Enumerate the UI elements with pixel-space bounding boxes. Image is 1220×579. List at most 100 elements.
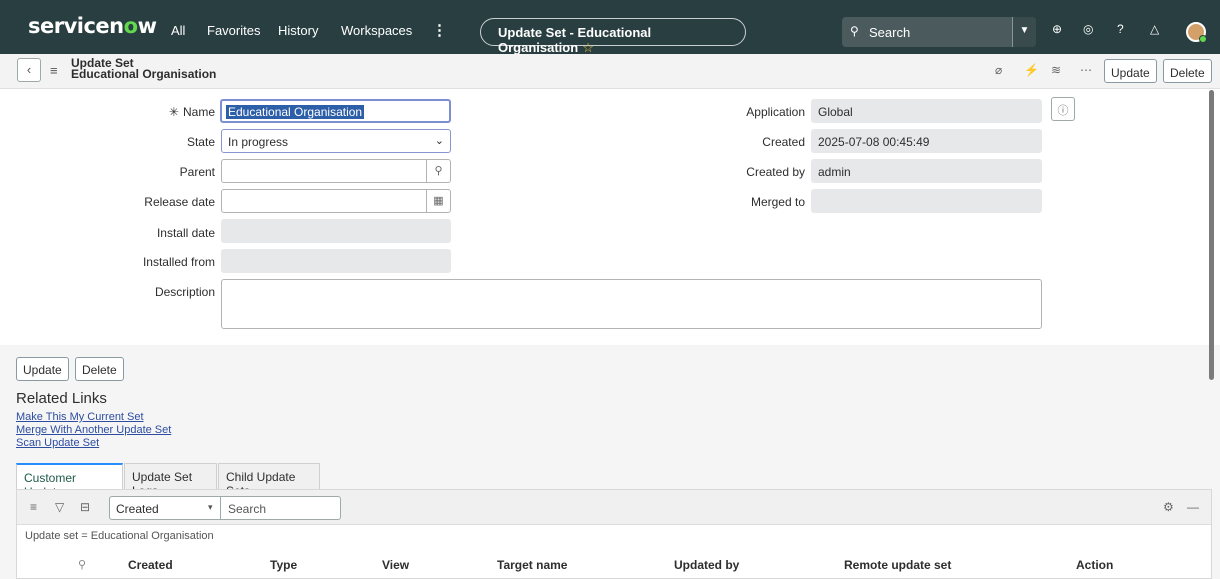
created-by-value: admin (818, 165, 851, 179)
header-update-button[interactable]: Update (1104, 59, 1157, 83)
logo-text: servicen (28, 14, 124, 38)
installed-from-label: Installed from (142, 255, 215, 269)
logo-accent: o (123, 14, 138, 38)
globe-icon[interactable]: ⊕ (1052, 22, 1062, 36)
application-value: Global (818, 105, 853, 119)
help-icon[interactable]: ? (1117, 22, 1124, 36)
nav-workspaces[interactable]: Workspaces (341, 23, 412, 38)
lookup-search-icon[interactable]: ⚲ (426, 160, 450, 182)
nav-favorites[interactable]: Favorites (207, 23, 260, 38)
customer-updates-list: ≡ ▽ ⊟ Created ▾ Search ⚙ — Update set = … (16, 489, 1212, 579)
installed-from-field (221, 249, 451, 273)
application-field: Global (811, 99, 1042, 123)
update-set-form: ✳ Name Educational Organisation State In … (0, 89, 1220, 345)
logo-text-end: w (137, 14, 157, 38)
attachment-icon[interactable]: ⌀ (995, 63, 1002, 77)
chat-icon[interactable]: ◎ (1083, 22, 1093, 36)
state-select[interactable]: In progress ⌄ (221, 129, 451, 153)
form-title-record: Educational Organisation (71, 67, 217, 81)
chevron-left-icon: ‹ (26, 62, 32, 77)
filter-icon[interactable]: ▽ (55, 500, 64, 514)
created-value: 2025-07-08 00:45:49 (818, 135, 930, 149)
group-icon[interactable]: ⊟ (80, 500, 90, 514)
list-menu-icon[interactable]: ≡ (30, 500, 37, 514)
make-current-set-link[interactable]: Make This My Current Set (16, 411, 144, 423)
column-updated-by[interactable]: Updated by (674, 558, 739, 572)
merge-update-set-link[interactable]: Merge With Another Update Set (16, 424, 171, 436)
more-menu-icon[interactable]: ⋮ (432, 21, 447, 39)
update-button[interactable]: Update (16, 357, 69, 381)
state-label: State (186, 135, 215, 149)
global-search[interactable]: ⚲ Search ▼ (842, 17, 1036, 47)
column-type[interactable]: Type (270, 558, 297, 572)
description-label: Description (154, 285, 215, 299)
delete-button[interactable]: Delete (75, 357, 124, 381)
scan-update-set-link[interactable]: Scan Update Set (16, 437, 99, 449)
column-created[interactable]: Created (128, 558, 173, 572)
release-date-field[interactable]: ▦ (221, 189, 451, 213)
form-header: ‹ ≡ Update Set Educational Organisation … (0, 54, 1220, 89)
nav-history[interactable]: History (278, 23, 318, 38)
required-asterisk-icon: ✳ (168, 105, 179, 119)
related-links-title: Related Links (16, 390, 107, 407)
context-title: Update Set - Educational Organisation (498, 25, 652, 55)
name-field[interactable]: Educational Organisation (220, 99, 451, 123)
tab-customer-updates[interactable]: Customer Updates (16, 463, 123, 499)
servicenow-logo[interactable]: servicenow (28, 14, 157, 38)
context-menu-icon[interactable]: ≡ (50, 63, 58, 78)
caret-down-icon[interactable]: ▾ (208, 502, 213, 513)
favorite-star-icon[interactable]: ☆ (582, 40, 594, 55)
list-search-input[interactable]: Search (228, 502, 266, 516)
search-scope-dropdown[interactable]: ▼ (1012, 17, 1036, 47)
top-navigation: servicenow All Favorites History Workspa… (0, 0, 1220, 55)
application-label: Application (746, 105, 805, 119)
column-action[interactable]: Action (1076, 558, 1113, 572)
column-remote-update-set[interactable]: Remote update set (844, 558, 951, 572)
search-icon: ⚲ (850, 24, 859, 38)
name-label: ✳ Name (168, 105, 215, 119)
bell-icon[interactable]: △ (1150, 22, 1159, 36)
state-value: In progress (228, 135, 289, 149)
install-date-field (221, 219, 451, 243)
tab-update-set-logs[interactable]: Update Set Logs (124, 463, 217, 498)
settings-gear-icon[interactable]: ⚙ (1163, 500, 1174, 514)
search-placeholder: Search (869, 25, 911, 40)
install-date-label: Install date (156, 226, 215, 240)
column-search-icon[interactable]: ⚲ (78, 558, 86, 571)
name-value: Educational Organisation (226, 105, 365, 119)
divider (220, 497, 221, 519)
more-options-icon[interactable]: ⋯ (1080, 63, 1092, 77)
personalize-icon[interactable]: ≋ (1051, 63, 1061, 77)
online-status-dot (1199, 35, 1207, 43)
page-scrollbar[interactable] (1209, 90, 1214, 380)
list-breadcrumb[interactable]: Update set = Educational Organisation (25, 530, 214, 542)
info-icon[interactable]: ⓘ (1051, 97, 1075, 121)
merged-to-label: Merged to (750, 195, 805, 209)
column-view[interactable]: View (382, 558, 409, 572)
back-button[interactable]: ‹ (17, 58, 41, 82)
description-field[interactable] (221, 279, 1042, 329)
user-avatar[interactable] (1186, 22, 1207, 43)
created-by-field: admin (811, 159, 1042, 183)
search-field-select[interactable]: Created (116, 502, 159, 516)
list-search-control: Created ▾ Search (109, 496, 341, 520)
lower-section: Update Delete Related Links Make This My… (0, 345, 1220, 579)
header-delete-button[interactable]: Delete (1163, 59, 1212, 83)
parent-label: Parent (179, 165, 215, 179)
context-title-pill[interactable]: Update Set - Educational Organisation ☆ (480, 18, 746, 55)
column-target-name[interactable]: Target name (497, 558, 567, 572)
tab-child-update-sets[interactable]: Child Update Sets (218, 463, 320, 498)
release-date-label: Release date (144, 195, 215, 209)
calendar-icon[interactable]: ▦ (426, 190, 450, 212)
parent-field[interactable]: ⚲ (221, 159, 451, 183)
form-title: Update Set Educational Organisation (71, 57, 217, 81)
list-toolbar: ≡ ▽ ⊟ Created ▾ Search ⚙ — (17, 490, 1211, 525)
activity-icon[interactable]: ⚡ (1024, 63, 1039, 77)
merged-to-field (811, 189, 1042, 213)
chevron-down-icon: ⌄ (434, 135, 444, 147)
created-field: 2025-07-08 00:45:49 (811, 129, 1042, 153)
nav-all[interactable]: All (171, 23, 185, 38)
collapse-icon[interactable]: — (1187, 500, 1199, 514)
created-label: Created (762, 135, 805, 149)
created-by-label: Created by (746, 165, 805, 179)
